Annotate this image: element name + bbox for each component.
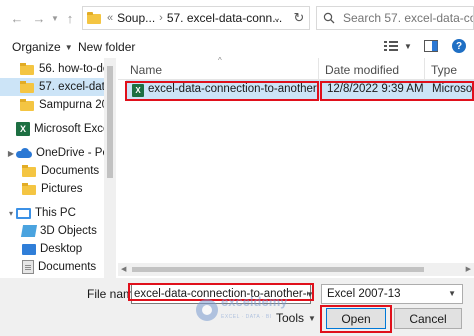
organize-button[interactable]: Organize ▼: [12, 40, 73, 54]
folder-icon: [20, 99, 35, 111]
column-headers: ^ Name Date modified Type: [118, 56, 474, 80]
toolbar: Organize ▼ New folder ▼ ?: [0, 36, 474, 58]
column-divider[interactable]: [318, 58, 319, 80]
organize-label: Organize: [12, 40, 61, 54]
help-icon[interactable]: ?: [452, 39, 466, 53]
new-folder-button[interactable]: New folder: [78, 40, 135, 54]
new-folder-label: New folder: [78, 40, 136, 54]
3d-objects-icon: [20, 225, 38, 237]
scroll-right-arrow-icon[interactable]: ▶: [466, 265, 471, 273]
nav-scrollbar[interactable]: [104, 58, 116, 278]
nav-item-folder-57[interactable]: 57. excel-data-c: [0, 78, 104, 96]
nav-item-folder-sampurna[interactable]: Sampurna 2022 I: [0, 96, 104, 114]
nav-item-microsoft-excel[interactable]: X Microsoft Excel: [0, 120, 104, 138]
column-divider[interactable]: [424, 58, 425, 80]
file-type-filter-select[interactable]: Excel 2007-13 ▼: [321, 284, 463, 304]
file-type-filter-value: Excel 2007-13: [327, 288, 401, 300]
open-button[interactable]: Open: [326, 308, 386, 329]
nav-item-label: 3D Objects: [40, 225, 97, 237]
horizontal-scrollbar-thumb[interactable]: [132, 267, 424, 272]
view-chevron-down-icon[interactable]: ▼: [404, 42, 412, 51]
folder-icon: [20, 63, 35, 75]
file-name-input[interactable]: [131, 284, 311, 304]
folder-icon: [22, 183, 37, 195]
breadcrumb-separator-icon: ›: [159, 12, 163, 24]
forward-arrow-icon[interactable]: →: [32, 10, 46, 26]
nav-item-label: Documents: [41, 165, 100, 177]
refresh-icon[interactable]: ↻: [288, 6, 310, 30]
search-box[interactable]: [316, 6, 474, 30]
nav-item-3d-objects[interactable]: 3D Objects: [0, 222, 104, 240]
preview-pane-icon[interactable]: [424, 40, 438, 52]
file-name: excel-data-connection-to-another-excel-.…: [148, 83, 318, 95]
sort-caret-icon: ^: [218, 56, 222, 65]
chevron-down-icon: ▼: [64, 42, 73, 52]
folder-icon: [20, 81, 35, 93]
excel-icon: X: [16, 122, 30, 136]
chevron-right-icon[interactable]: ▶: [6, 149, 16, 158]
nav-item-documents-pc[interactable]: Documents: [0, 258, 104, 276]
dialog-footer: File name: ▼ Excel 2007-13 ▼ Tools ▼ Ope…: [0, 278, 474, 336]
up-arrow-icon[interactable]: ↑: [63, 10, 77, 26]
breadcrumb-overflow[interactable]: «: [107, 12, 113, 24]
search-icon: [323, 12, 335, 24]
file-type: Microsoft: [432, 83, 474, 95]
search-input[interactable]: [343, 11, 473, 25]
nav-item-documents[interactable]: Documents: [0, 162, 104, 180]
column-header-date[interactable]: Date modified: [325, 63, 399, 77]
nav-item-folder-56[interactable]: 56. how-to-delet: [0, 60, 104, 78]
nav-scrollbar-thumb[interactable]: [107, 66, 113, 178]
chevron-down-icon: ▼: [448, 289, 456, 298]
recent-locations-chevron-icon[interactable]: ▼: [48, 10, 62, 26]
column-header-name[interactable]: Name: [130, 63, 162, 77]
horizontal-scrollbar[interactable]: ◀ ▶: [118, 263, 474, 276]
folder-icon: [87, 12, 103, 24]
desktop-icon: [22, 243, 36, 255]
file-list: ^ Name Date modified Type X excel-data-c…: [118, 56, 474, 278]
documents-icon: [22, 260, 34, 274]
nav-item-label: Documents: [38, 261, 97, 273]
file-row[interactable]: X excel-data-connection-to-another-excel…: [126, 80, 474, 100]
folder-icon: [22, 165, 37, 177]
nav-item-label: OneDrive - Person: [36, 147, 104, 159]
address-dropdown-chevron-icon[interactable]: ⌄: [268, 6, 286, 30]
nav-item-label: Desktop: [40, 243, 83, 255]
nav-item-label: Pictures: [41, 183, 83, 195]
nav-item-label: This PC: [35, 207, 76, 219]
breadcrumb-item[interactable]: Soup...: [117, 11, 155, 25]
navigation-pane: 56. how-to-delet 57. excel-data-c Sampur…: [0, 58, 116, 278]
chevron-down-icon[interactable]: ▾: [6, 209, 16, 218]
back-arrow-icon[interactable]: ←: [10, 10, 24, 26]
view-options-icon[interactable]: [384, 40, 398, 52]
this-pc-icon: [16, 207, 31, 219]
file-name-history-chevron-icon[interactable]: ▼: [306, 290, 314, 299]
onedrive-icon: [16, 148, 32, 158]
nav-item-label: Sampurna 2022 I: [39, 99, 104, 111]
breadcrumb-item[interactable]: 57. excel-data-conn...: [167, 11, 282, 25]
column-header-type[interactable]: Type: [431, 63, 457, 77]
nav-item-onedrive[interactable]: ▶ OneDrive - Person: [0, 144, 104, 162]
nav-item-label: 56. how-to-delet: [39, 63, 104, 75]
scroll-left-arrow-icon[interactable]: ◀: [121, 265, 126, 273]
cancel-button[interactable]: Cancel: [394, 308, 462, 329]
tools-menu[interactable]: Tools ▼: [276, 311, 316, 325]
nav-item-label: Microsoft Excel: [34, 123, 104, 135]
tools-label: Tools: [276, 311, 305, 325]
nav-item-this-pc[interactable]: ▾ This PC: [0, 204, 104, 222]
nav-item-label: 57. excel-data-c: [39, 81, 104, 93]
file-date-modified: 12/8/2022 9:39 AM: [327, 83, 424, 95]
chevron-down-icon: ▼: [308, 313, 316, 323]
nav-item-desktop[interactable]: Desktop: [0, 240, 104, 258]
address-row: ← → ▼ ↑ « Soup... › 57. excel-data-conn.…: [0, 0, 474, 36]
excel-file-icon: X: [132, 83, 144, 97]
nav-item-pictures[interactable]: Pictures: [0, 180, 104, 198]
